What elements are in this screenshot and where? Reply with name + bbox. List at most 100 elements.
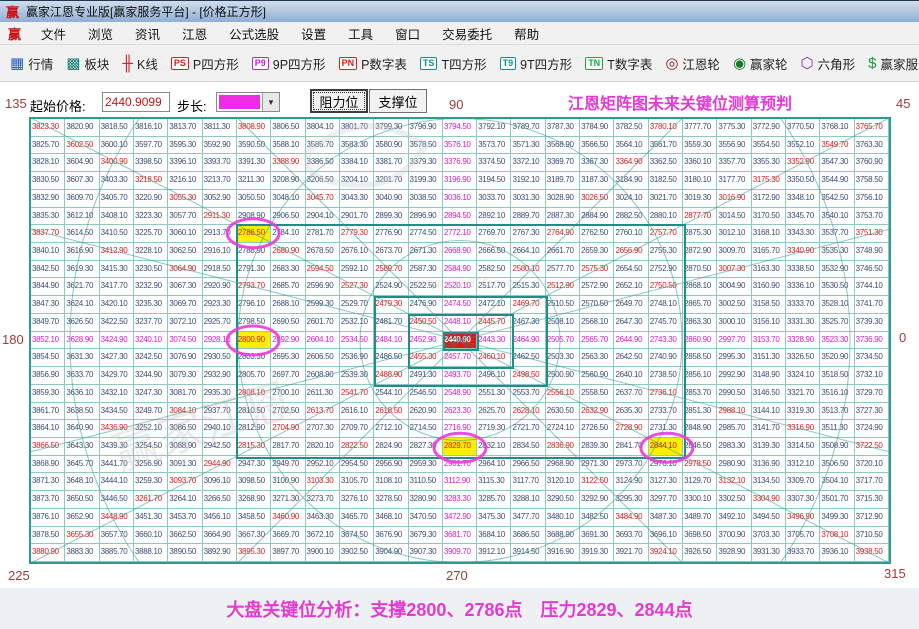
price-cell: 2748.10 (649, 296, 683, 314)
price-cell: 3732.10 (855, 367, 889, 385)
price-cell: 3441.70 (100, 456, 134, 474)
price-cell: 3100.90 (271, 473, 305, 491)
toolbar-p-square[interactable]: PSP四方形 (171, 54, 239, 73)
price-cell: 2637.70 (614, 385, 648, 403)
price-cell: 3271.30 (271, 491, 305, 509)
price-cell: 3352.90 (786, 154, 820, 172)
menu-item-设置[interactable]: 设置 (290, 24, 337, 43)
toolbar-winner-wheel[interactable]: ◉赢家轮 (733, 54, 788, 73)
price-cell: 2678.50 (306, 243, 340, 261)
price-cell: 3885.70 (100, 544, 134, 562)
toolbar-kline[interactable]: ╫K线 (122, 54, 157, 73)
price-cell: 3844.90 (31, 278, 65, 296)
hexagon-icon: ⬡ (801, 56, 814, 71)
price-cell: 3756.10 (855, 190, 889, 208)
menu-item-窗口[interactable]: 窗口 (384, 24, 431, 43)
price-cell: 3720.10 (855, 456, 889, 474)
price-cell: 3633.70 (65, 367, 99, 385)
menu-item-文件[interactable]: 文件 (30, 24, 77, 43)
toolbar-t-table[interactable]: TNT数字表 (585, 54, 652, 73)
price-cell: 2870.50 (683, 261, 717, 279)
price-cell: 2774.50 (409, 225, 443, 243)
price-cell: 3729.70 (855, 385, 889, 403)
price-cell: 2692.90 (271, 332, 305, 350)
angle-label-45: 45 (896, 96, 910, 111)
price-cell: 3256.90 (134, 456, 168, 474)
price-cell: 3636.10 (65, 385, 99, 403)
price-cell: 2892.10 (477, 208, 511, 226)
price-cell: 2623.30 (443, 403, 477, 421)
toolbar-sectors[interactable]: ▩板块 (66, 54, 109, 73)
toolbar-t-square[interactable]: TST四方形 (420, 54, 487, 73)
resistance-button[interactable]: 阻力位 (310, 89, 368, 113)
price-cell: 3261.70 (134, 491, 168, 509)
price-cell: 2553.70 (511, 385, 545, 403)
price-cell: 3208.90 (271, 172, 305, 190)
price-cell: 3912.10 (477, 544, 511, 562)
price-cell: 3624.10 (65, 296, 99, 314)
price-cell: 2911.30 (203, 208, 237, 226)
price-cell: 3103.30 (306, 473, 340, 491)
price-cell: 3525.70 (820, 314, 854, 332)
menu-item-浏览[interactable]: 浏览 (77, 24, 124, 43)
price-cell: 3480.10 (546, 509, 580, 527)
price-cell: 3621.70 (65, 278, 99, 296)
price-cell: 3048.10 (271, 190, 305, 208)
toolbar-hexagon[interactable]: ⬡六角形 (801, 54, 856, 73)
price-cell: 3854.50 (31, 349, 65, 367)
price-cell: 3156.10 (752, 314, 786, 332)
price-cell: 3784.90 (580, 119, 614, 137)
price-cell: 3705.70 (786, 527, 820, 545)
toolbar-quotes[interactable]: ▦行情 (10, 54, 53, 73)
menu-item-江恩[interactable]: 江恩 (171, 24, 218, 43)
menu-item-交易委托[interactable]: 交易委托 (431, 24, 503, 43)
price-cell: 2565.70 (580, 332, 614, 350)
step-color-dropdown[interactable]: ▼ (216, 92, 280, 112)
price-cell: 3060.10 (168, 225, 202, 243)
start-price-input[interactable] (102, 92, 170, 112)
price-cell: 2541.70 (340, 385, 374, 403)
toolbar-9t-square[interactable]: T99T四方形 (500, 54, 573, 73)
price-cell: 3074.50 (168, 332, 202, 350)
p9-badge-icon: P9 (252, 57, 269, 70)
price-cell: 3465.70 (340, 509, 374, 527)
toolbar-9p-square[interactable]: P99P四方形 (252, 54, 326, 73)
toolbar-gann-wheel[interactable]: ◎江恩轮 (665, 54, 720, 73)
price-cell: 3148.90 (752, 367, 786, 385)
price-cell: 3818.50 (100, 119, 134, 137)
toolbar-winner-service[interactable]: $赢家服务 (868, 54, 919, 73)
price-cell: 2712.10 (374, 420, 408, 438)
price-cell: 3933.70 (786, 544, 820, 562)
menu-logo-icon: 赢 (0, 24, 30, 43)
price-cell: 2868.10 (683, 278, 717, 296)
price-cell: 3816.10 (134, 119, 168, 137)
price-cell: 3400.90 (100, 154, 134, 172)
menu-item-工具[interactable]: 工具 (337, 24, 384, 43)
price-cell: 3052.90 (203, 190, 237, 208)
menu-item-公式选股[interactable]: 公式选股 (218, 24, 290, 43)
price-cell: 3016.90 (717, 190, 751, 208)
support-button[interactable]: 支撑位 (369, 89, 427, 113)
price-cell: 3384.10 (340, 154, 374, 172)
price-cell: 2601.70 (306, 314, 340, 332)
price-cell: 3542.50 (820, 190, 854, 208)
chevron-down-icon[interactable]: ▼ (262, 93, 279, 111)
price-cell: 3799.30 (374, 119, 408, 137)
menu-item-帮助[interactable]: 帮助 (503, 24, 550, 43)
price-cell: 3657.70 (100, 527, 134, 545)
price-cell: 2925.70 (203, 314, 237, 332)
price-cell: 2551.30 (477, 385, 511, 403)
menu-item-资讯[interactable]: 资讯 (124, 24, 171, 43)
price-cell: 2997.70 (717, 332, 751, 350)
price-cell: 3093.70 (168, 473, 202, 491)
toolbar-p-table[interactable]: PNP数字表 (339, 54, 407, 73)
price-cell: 2700.10 (271, 385, 305, 403)
price-cell: 3664.90 (203, 527, 237, 545)
price-cell: 2544.10 (374, 385, 408, 403)
price-cell: 2472.10 (477, 296, 511, 314)
price-cell: 2995.30 (717, 349, 751, 367)
price-cell: 2889.70 (511, 208, 545, 226)
toolbar-label: P数字表 (361, 54, 407, 73)
price-cell: 2899.30 (374, 208, 408, 226)
price-cell: 3645.70 (65, 456, 99, 474)
